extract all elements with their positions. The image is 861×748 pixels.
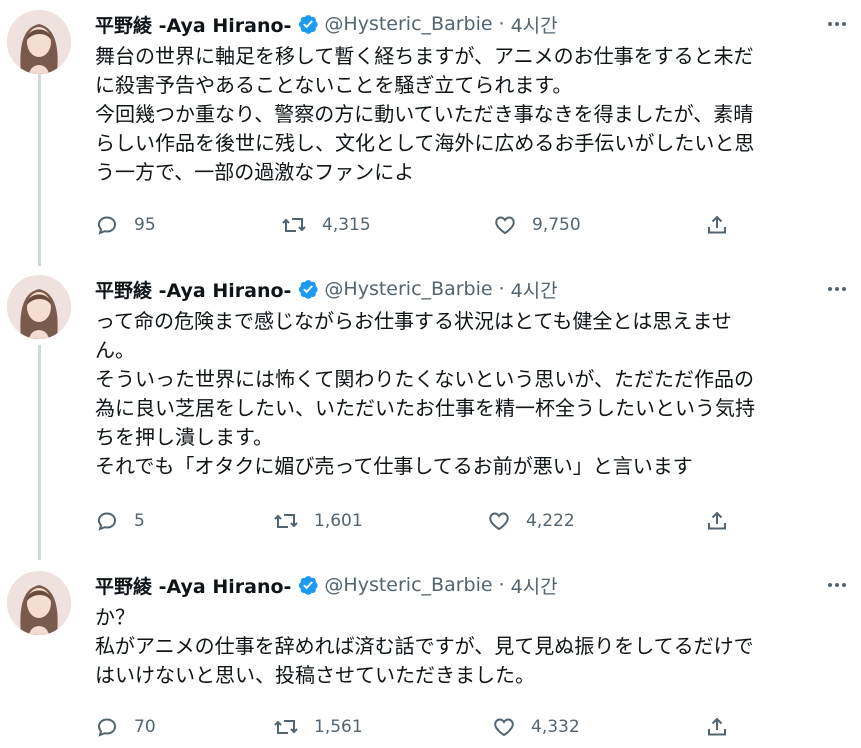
tweet-text-line: う一方で、一部の過激なファンによ [95, 160, 415, 184]
author-handle[interactable]: @Hysteric_Barbie [324, 574, 492, 596]
retweet-icon [274, 720, 298, 734]
author-name[interactable]: 平野綾 -Aya Hirano- [95, 11, 291, 38]
tweet-text-line: ちを押し潰します。 [95, 425, 273, 449]
reply-icon [97, 718, 117, 737]
reply-button[interactable]: 5 [95, 506, 145, 536]
heart-icon [489, 512, 509, 531]
share-button[interactable] [705, 712, 729, 742]
like-button[interactable]: 4,332 [492, 712, 580, 742]
tweet-text-line: はいけないと思い、投稿させていただきました。 [95, 663, 535, 687]
author-handle[interactable]: @Hysteric_Barbie [324, 13, 492, 35]
tweet-text-line: らしい作品を後世に残し、文化として海外に広めるお手伝いがしたいと思 [95, 131, 755, 155]
avatar[interactable] [7, 10, 71, 74]
reply-count: 5 [134, 511, 145, 531]
separator-dot: · [498, 13, 505, 35]
tweet-text-line: か？ [95, 605, 135, 629]
verified-badge-icon [297, 13, 319, 35]
timestamp[interactable]: 4시간 [511, 11, 558, 38]
author-name[interactable]: 平野綾 -Aya Hirano- [95, 276, 291, 303]
separator-dot: · [498, 574, 505, 596]
heart-icon [494, 718, 514, 737]
author-handle[interactable]: @Hysteric_Barbie [324, 278, 492, 300]
retweet-count: 4,315 [322, 215, 371, 235]
tweet-header: 平野綾 -Aya Hirano- @Hysteric_Barbie · 4시간 [95, 10, 861, 38]
like-count: 4,332 [531, 717, 580, 737]
reply-count: 95 [134, 215, 156, 235]
retweet-button[interactable]: 1,561 [273, 712, 363, 742]
retweet-count: 1,601 [314, 511, 363, 531]
tweet-header: 平野綾 -Aya Hirano- @Hysteric_Barbie · 4시간 [95, 571, 861, 599]
heart-icon [495, 216, 515, 235]
reply-icon [97, 512, 117, 531]
like-button[interactable]: 4,222 [487, 506, 575, 536]
timestamp[interactable]: 4시간 [511, 572, 558, 599]
separator-dot: · [498, 278, 505, 300]
retweet-button[interactable]: 4,315 [281, 210, 371, 240]
more-icon[interactable] [825, 573, 849, 597]
tweet-text-line: 為に良い芝居をしたい、いただいたお仕事を精一杯全うしたいという気持 [95, 396, 755, 420]
verified-badge-icon [297, 574, 319, 596]
author-name[interactable]: 平野綾 -Aya Hirano- [95, 572, 291, 599]
reply-button[interactable]: 70 [95, 712, 156, 742]
tweet-text-line: そういった世界には怖くて関わりたくないという思いが、ただただ作品の [95, 367, 754, 391]
tweet-text: って命の危険まで感じながらお仕事する状況はとても健全とは思えませ ん。 そういっ… [95, 307, 840, 481]
tweet-actions: 5 1,601 4,222 [95, 506, 861, 536]
verified-badge-icon [297, 278, 319, 300]
avatar-photo [7, 571, 71, 635]
avatar-photo [7, 275, 71, 339]
reply-icon [97, 216, 117, 235]
share-icon [708, 215, 726, 234]
like-count: 9,750 [532, 215, 581, 235]
tweet-text-line: それでも「オタクに媚び売って仕事してるお前が悪い」と言います [95, 454, 693, 478]
retweet-button[interactable]: 1,601 [273, 506, 363, 536]
tweet-text-line: 今回幾つか重なり、警察の方に動いていただき事なきを得ましたが、素晴 [95, 102, 754, 126]
retweet-count: 1,561 [314, 717, 363, 737]
tweet-header: 平野綾 -Aya Hirano- @Hysteric_Barbie · 4시간 [95, 275, 861, 303]
reply-count: 70 [134, 717, 156, 737]
retweet-icon [274, 514, 298, 528]
like-button[interactable]: 9,750 [493, 210, 581, 240]
timestamp[interactable]: 4시간 [511, 276, 558, 303]
tweet-actions: 95 4,315 9,750 [95, 210, 861, 240]
share-icon [708, 511, 726, 530]
tweet[interactable]: 平野綾 -Aya Hirano- @Hysteric_Barbie · 4시간 … [0, 571, 861, 748]
tweet-text: 舞台の世界に軸足を移して暫く経ちますが、アニメのお仕事をすると未だ に殺害予告や… [95, 42, 840, 187]
avatar-photo [7, 10, 71, 74]
tweet-actions: 70 1,561 4,332 [95, 712, 861, 742]
share-button[interactable] [705, 210, 729, 240]
avatar[interactable] [7, 571, 71, 635]
like-count: 4,222 [526, 511, 575, 531]
tweet[interactable]: 平野綾 -Aya Hirano- @Hysteric_Barbie · 4시간 … [0, 275, 861, 555]
share-icon [708, 717, 726, 736]
more-icon[interactable] [825, 277, 849, 301]
tweet-text-line: に殺害予告やあることないことを騒ぎ立てられます。 [95, 73, 573, 97]
tweet-text-line: ん。 [95, 338, 135, 362]
reply-button[interactable]: 95 [95, 210, 156, 240]
tweet-text: か？ 私がアニメの仕事を辞めれば済む話ですが、見て見ぬ振りをしてるだけで はいけ… [95, 603, 840, 690]
avatar[interactable] [7, 275, 71, 339]
more-icon[interactable] [825, 12, 849, 36]
tweet-text-line: 私がアニメの仕事を辞めれば済む話ですが、見て見ぬ振りをしてるだけで [95, 634, 754, 658]
tweet[interactable]: 平野綾 -Aya Hirano- @Hysteric_Barbie · 4시간 … [0, 10, 861, 250]
retweet-icon [282, 218, 306, 232]
share-button[interactable] [705, 506, 729, 536]
tweet-text-line: って命の危険まで感じながらお仕事する状況はとても健全とは思えませ [95, 309, 732, 333]
tweet-text-line: 舞台の世界に軸足を移して暫く経ちますが、アニメのお仕事をすると未だ [95, 44, 754, 68]
